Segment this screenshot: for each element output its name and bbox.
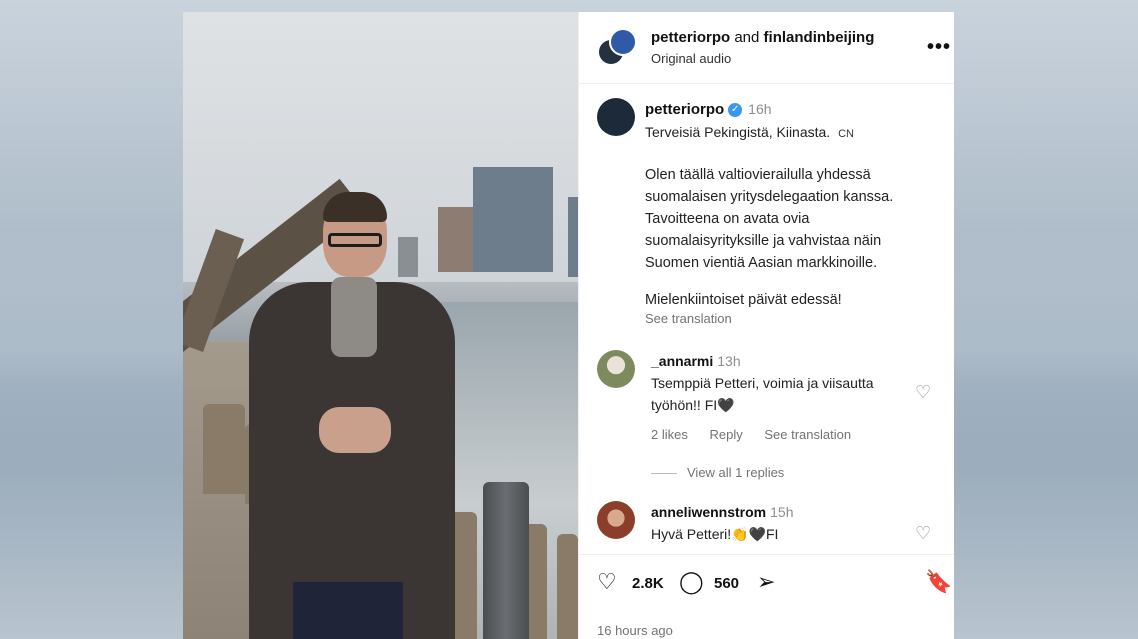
comment-icon[interactable]: ◯ xyxy=(679,569,704,595)
country-flag: CN xyxy=(838,128,854,140)
comment-meta: 2 likes Reply See translation xyxy=(651,427,869,442)
person-legs xyxy=(293,582,403,639)
building xyxy=(438,207,473,272)
likes-count[interactable]: 2.8K xyxy=(632,575,664,592)
like-comment-heart-icon[interactable]: ♡ xyxy=(915,382,931,403)
username-link[interactable]: anneliwennstrom xyxy=(651,504,766,520)
comment-header: anneliwennstrom 15h xyxy=(651,504,794,520)
post-sidebar: petteriorpo and finlandinbeijing Origina… xyxy=(578,12,954,639)
collab-avatars[interactable] xyxy=(597,28,639,70)
building xyxy=(473,167,553,272)
building xyxy=(398,237,418,277)
verified-badge-icon: ✓ xyxy=(728,103,743,118)
lamp-post xyxy=(483,482,529,639)
timestamp: 15h xyxy=(770,504,794,520)
action-bar: ♡ 2.8K ◯ 560 ➢ 🔖 16 hours ago xyxy=(579,554,954,639)
avatar[interactable] xyxy=(597,501,635,539)
post-video[interactable] xyxy=(183,12,578,639)
person-hair xyxy=(323,192,387,222)
building xyxy=(568,197,578,277)
like-comment-heart-icon[interactable]: ♡ xyxy=(915,523,931,544)
timestamp[interactable]: 16h xyxy=(748,101,771,117)
avatar[interactable] xyxy=(597,350,635,388)
wooden-post xyxy=(203,404,245,494)
username-link[interactable]: petteriorpo xyxy=(645,101,724,118)
see-translation-link[interactable]: See translation xyxy=(764,427,851,442)
username-link[interactable]: finlandinbeijing xyxy=(764,29,875,46)
avatar[interactable] xyxy=(597,98,635,136)
and-text: and xyxy=(734,29,760,46)
share-icon[interactable]: ➢ xyxy=(757,569,775,595)
wooden-post xyxy=(557,534,578,639)
caption-tail: Mielenkiintoiset päivät edessä! xyxy=(645,292,842,308)
person-hands xyxy=(319,407,391,453)
caption-line: Terveisiä Pekingistä, Kiinasta. CN xyxy=(645,124,854,140)
username-link[interactable]: _annarmi xyxy=(651,353,713,369)
see-translation-link[interactable]: See translation xyxy=(645,311,732,326)
collab-title: petteriorpo and finlandinbeijing xyxy=(651,29,874,46)
view-replies-label: View all 1 replies xyxy=(687,465,785,480)
username-link[interactable]: petteriorpo xyxy=(651,29,730,46)
comment-text: Hyvä Petteri!👏🖤FI xyxy=(651,526,779,542)
bookmark-icon[interactable]: 🔖 xyxy=(925,569,952,595)
person-scarf xyxy=(331,277,377,357)
divider xyxy=(651,473,677,475)
comment-header: _annarmi 13h xyxy=(651,353,741,369)
more-options-icon[interactable]: ••• xyxy=(927,36,951,59)
comments-count: 560 xyxy=(714,575,740,592)
avatar xyxy=(609,28,637,56)
caption-header: petteriorpo ✓ 16h xyxy=(645,101,772,118)
view-replies-link[interactable]: View all 1 replies xyxy=(651,465,784,480)
post-header: petteriorpo and finlandinbeijing Origina… xyxy=(579,12,954,84)
audio-link[interactable]: Original audio xyxy=(651,51,731,66)
post-time[interactable]: 16 hours ago xyxy=(597,623,673,638)
heart-icon[interactable]: ♡ xyxy=(597,569,617,595)
timestamp: 13h xyxy=(717,353,741,369)
person-glasses xyxy=(328,233,382,247)
caption-text: Terveisiä Pekingistä, Kiinasta. xyxy=(645,124,831,140)
reply-link[interactable]: Reply xyxy=(709,427,742,442)
comment-text: Tsemppiä Petteri, voimia ja viisautta ty… xyxy=(651,375,874,413)
likes-count[interactable]: 2 likes xyxy=(651,427,688,442)
instagram-post: petteriorpo and finlandinbeijing Origina… xyxy=(183,12,954,639)
caption-body: Olen täällä valtiovierailulla yhdessä su… xyxy=(645,167,894,271)
